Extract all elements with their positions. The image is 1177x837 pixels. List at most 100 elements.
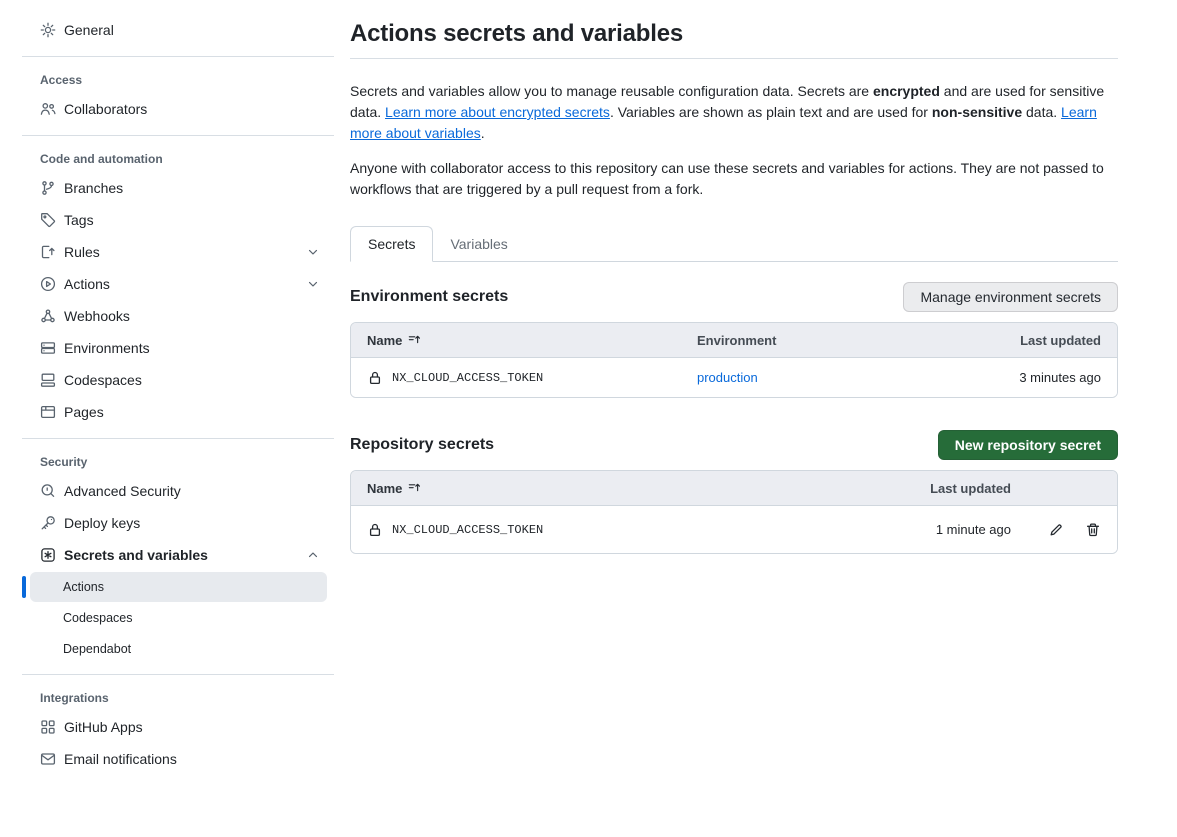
sidebar-item-tags[interactable]: Tags <box>0 204 334 236</box>
intro-text: data. <box>1022 104 1061 120</box>
sidebar-item-actions[interactable]: Actions <box>0 268 334 300</box>
collaborator-access-paragraph: Anyone with collaborator access to this … <box>350 158 1118 200</box>
environment-secrets-header: Environment secrets Manage environment s… <box>350 282 1118 312</box>
new-repository-secret-button[interactable]: New repository secret <box>938 430 1118 460</box>
trash-icon <box>1085 522 1101 538</box>
sidebar-item-label: Environments <box>64 340 320 356</box>
main-content: Actions secrets and variables Secrets an… <box>334 0 1177 775</box>
git-branch-icon <box>40 180 56 196</box>
sidebar-item-advanced-security[interactable]: Advanced Security <box>0 475 334 507</box>
repository-secrets-title: Repository secrets <box>350 436 494 454</box>
sidebar-item-branches[interactable]: Branches <box>0 172 334 204</box>
sidebar-subitem-dependabot[interactable]: Dependabot <box>30 634 327 664</box>
repository-secrets-header: Repository secrets New repository secret <box>350 430 1118 460</box>
sidebar-item-webhooks[interactable]: Webhooks <box>0 300 334 332</box>
delete-secret-button[interactable] <box>1085 522 1101 538</box>
sidebar-item-label: Email notifications <box>64 751 320 767</box>
sidebar-item-rules[interactable]: Rules <box>0 236 334 268</box>
webhook-icon <box>40 308 56 324</box>
environment-link[interactable]: production <box>697 370 758 385</box>
sidebar-item-general[interactable]: General <box>0 14 334 46</box>
sidebar-item-label: Advanced Security <box>64 483 320 499</box>
sidebar-divider <box>22 56 334 57</box>
table-row: NX_CLOUD_ACCESS_TOKEN production 3 minut… <box>351 358 1117 397</box>
sort-ascending-icon <box>408 481 422 495</box>
secret-name: NX_CLOUD_ACCESS_TOKEN <box>392 523 543 537</box>
settings-sidebar: General Access Collaborators Code and au… <box>0 0 334 775</box>
sidebar-item-collaborators[interactable]: Collaborators <box>0 93 334 125</box>
sidebar-item-pages[interactable]: Pages <box>0 396 334 428</box>
sidebar-item-github-apps[interactable]: GitHub Apps <box>0 711 334 743</box>
secrets-variables-tabs: Secrets Variables <box>350 226 1118 262</box>
column-label: Name <box>367 481 402 496</box>
gear-icon <box>40 22 56 38</box>
secret-name-cell: NX_CLOUD_ACCESS_TOKEN <box>367 370 697 386</box>
sidebar-item-label: Webhooks <box>64 308 320 324</box>
edit-secret-button[interactable] <box>1048 522 1064 538</box>
sidebar-section-access: Access <box>0 67 334 93</box>
column-header-last-updated: Last updated <box>941 333 1101 348</box>
last-updated-cell: 1 minute ago <box>881 522 1011 537</box>
tab-secrets[interactable]: Secrets <box>350 226 433 262</box>
sidebar-item-label: General <box>64 22 320 38</box>
last-updated-cell: 3 minutes ago <box>941 370 1101 385</box>
sidebar-item-label: Deploy keys <box>64 515 320 531</box>
sidebar-subitem-codespaces[interactable]: Codespaces <box>30 603 327 633</box>
sidebar-subitem-label: Actions <box>63 580 104 594</box>
sidebar-subitem-actions[interactable]: Actions <box>30 572 327 602</box>
chevron-down-icon <box>306 277 320 291</box>
sidebar-item-label: GitHub Apps <box>64 719 320 735</box>
repository-secrets-table-header: Name Last updated <box>351 471 1117 506</box>
sidebar-item-email-notifications[interactable]: Email notifications <box>0 743 334 775</box>
sidebar-item-environments[interactable]: Environments <box>0 332 334 364</box>
rules-icon <box>40 244 56 260</box>
people-icon <box>40 101 56 117</box>
sidebar-item-deploy-keys[interactable]: Deploy keys <box>0 507 334 539</box>
table-row: NX_CLOUD_ACCESS_TOKEN 1 minute ago <box>351 506 1117 553</box>
sidebar-subitem-label: Dependabot <box>63 642 131 656</box>
secret-name-cell: NX_CLOUD_ACCESS_TOKEN <box>367 522 881 538</box>
repository-secrets-table: Name Last updated NX_CLOUD_ACCESS_TOKEN … <box>350 470 1118 554</box>
manage-environment-secrets-button[interactable]: Manage environment secrets <box>903 282 1118 312</box>
intro-paragraph: Secrets and variables allow you to manag… <box>350 81 1118 144</box>
key-icon <box>40 515 56 531</box>
chevron-down-icon <box>306 245 320 259</box>
sidebar-section-security: Security <box>0 449 334 475</box>
tab-variables[interactable]: Variables <box>433 227 524 261</box>
environment-secrets-title: Environment secrets <box>350 288 508 306</box>
sidebar-subitem-label: Codespaces <box>63 611 133 625</box>
sidebar-divider <box>22 135 334 136</box>
sidebar-divider <box>22 674 334 675</box>
column-header-environment: Environment <box>697 333 941 348</box>
sidebar-item-label: Collaborators <box>64 101 320 117</box>
sidebar-item-label: Pages <box>64 404 320 420</box>
asterisk-box-icon <box>40 547 56 563</box>
secret-name: NX_CLOUD_ACCESS_TOKEN <box>392 371 543 385</box>
codespaces-icon <box>40 372 56 388</box>
environment-secrets-table-header: Name Environment Last updated <box>351 323 1117 358</box>
intro-bold-encrypted: encrypted <box>873 83 940 99</box>
intro-text: Secrets and variables allow you to manag… <box>350 83 873 99</box>
intro-bold-non-sensitive: non-sensitive <box>932 104 1022 120</box>
server-icon <box>40 340 56 356</box>
column-header-name[interactable]: Name <box>367 333 697 348</box>
browser-icon <box>40 404 56 420</box>
tag-icon <box>40 212 56 228</box>
apps-icon <box>40 719 56 735</box>
sidebar-item-codespaces[interactable]: Codespaces <box>0 364 334 396</box>
sidebar-item-secrets-and-variables[interactable]: Secrets and variables <box>0 539 334 571</box>
sidebar-section-integrations: Integrations <box>0 685 334 711</box>
sidebar-item-label: Secrets and variables <box>64 547 306 563</box>
lock-icon <box>367 370 383 386</box>
column-header-name[interactable]: Name <box>367 481 881 496</box>
environment-cell: production <box>697 370 941 385</box>
sidebar-divider <box>22 438 334 439</box>
pencil-icon <box>1048 522 1064 538</box>
column-label: Name <box>367 333 402 348</box>
link-learn-encrypted-secrets[interactable]: Learn more about encrypted secrets <box>385 104 610 120</box>
chevron-up-icon <box>306 548 320 562</box>
intro-text: . <box>481 125 485 141</box>
column-header-last-updated: Last updated <box>881 481 1011 496</box>
sidebar-item-label: Rules <box>64 244 306 260</box>
row-actions <box>1011 522 1101 538</box>
